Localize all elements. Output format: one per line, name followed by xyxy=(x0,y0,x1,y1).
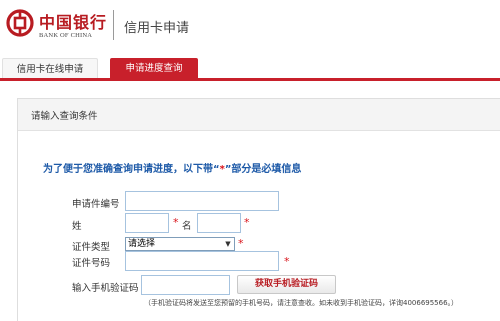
id-number-required-mark: * xyxy=(284,255,290,268)
id-number-input[interactable] xyxy=(125,251,279,271)
notice-quote-open: “ xyxy=(213,164,220,175)
sms-code-label: 输入手机验证码 xyxy=(72,283,139,294)
id-type-selected-value: 请选择 xyxy=(128,239,156,249)
surname-label: 姓 xyxy=(72,221,82,232)
notice-text-before: 为了便于您准确查询申请进度，以下带 xyxy=(43,164,213,175)
given-name-label: 名 xyxy=(182,221,192,232)
id-type-select[interactable]: 请选择 ▼ xyxy=(125,237,235,251)
given-name-input[interactable] xyxy=(197,213,241,233)
tab-bar: 信用卡在线申请 申请进度查询 xyxy=(0,58,500,80)
bank-of-china-emblem-icon xyxy=(6,9,34,37)
header-divider xyxy=(113,10,114,40)
id-number-label: 证件号码 xyxy=(72,258,111,269)
application-number-input[interactable] xyxy=(125,191,279,211)
sms-code-tip: （手机验证码将发送至您预留的手机号码，请注意查收。如未收到手机验证码，详询400… xyxy=(144,299,459,307)
application-number-label: 申请件编号 xyxy=(72,199,120,210)
id-type-required-mark: * xyxy=(238,237,244,250)
logo-english-text: BANK OF CHINA xyxy=(39,32,93,39)
surname-required-mark: * xyxy=(173,216,179,229)
given-name-required-mark: * xyxy=(244,216,250,229)
bank-of-china-logo[interactable]: 中国银行 BANK OF CHINA xyxy=(6,8,126,44)
id-type-label: 证件类型 xyxy=(72,242,111,253)
header: 中国银行 BANK OF CHINA 信用卡申请 xyxy=(0,0,500,50)
sms-code-input[interactable] xyxy=(141,275,230,295)
page-title: 信用卡申请 xyxy=(124,21,190,36)
tab-progress-inquiry[interactable]: 申请进度查询 xyxy=(110,58,198,80)
notice-text-after: 部分是必填信息 xyxy=(231,164,302,175)
logo-chinese-text: 中国银行 xyxy=(39,13,108,32)
surname-input[interactable] xyxy=(125,213,169,233)
tab-underline xyxy=(0,78,500,81)
tab-online-application[interactable]: 信用卡在线申请 xyxy=(2,58,98,80)
get-sms-code-button[interactable]: 获取手机验证码 xyxy=(237,275,336,294)
panel-header: 请输入查询条件 xyxy=(18,99,500,131)
chevron-down-icon[interactable]: ▼ xyxy=(223,239,233,249)
panel-title: 请输入查询条件 xyxy=(31,111,98,122)
required-fields-notice: 为了便于您准确查询申请进度，以下带“*”部分是必填信息 xyxy=(43,160,301,175)
